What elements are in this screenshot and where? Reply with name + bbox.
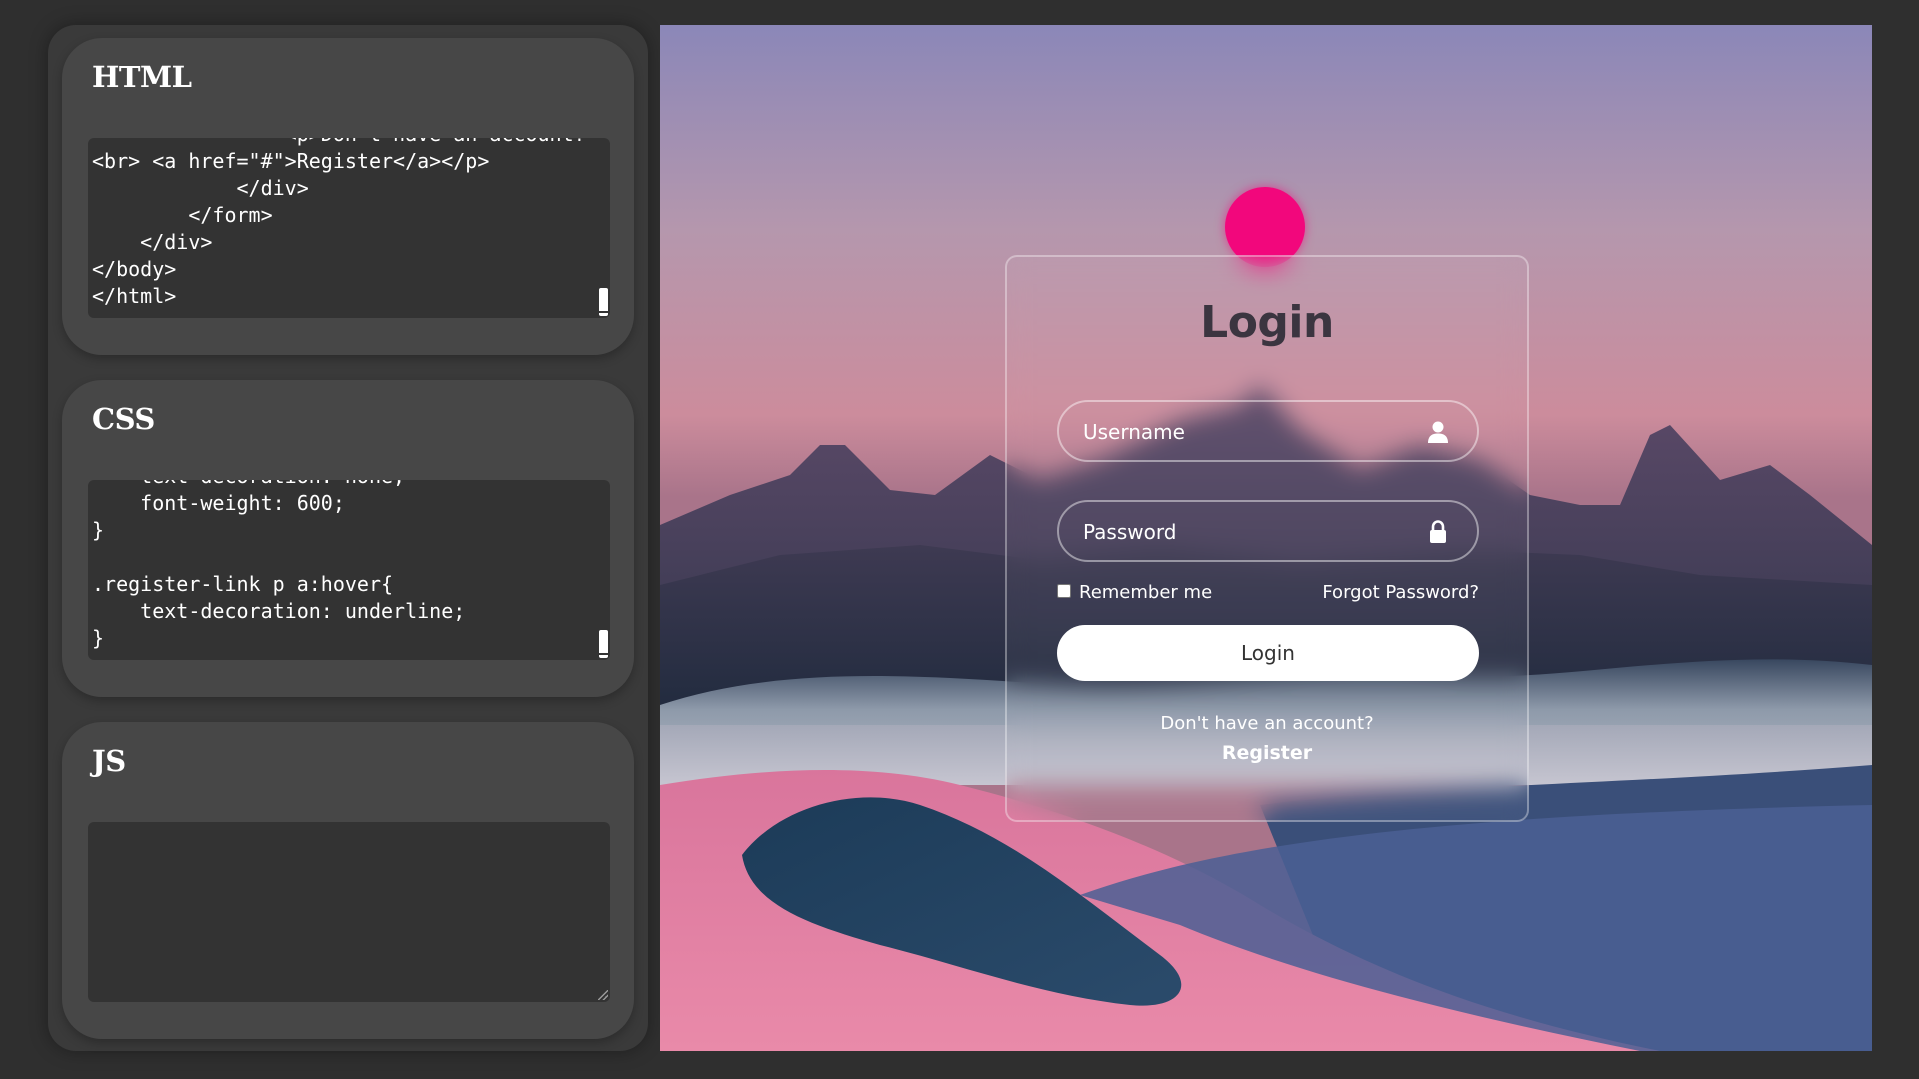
- lock-icon: [1430, 520, 1446, 543]
- register-question: Don't have an account?: [1160, 713, 1374, 734]
- js-panel-title: JS: [92, 744, 126, 778]
- remember-me-label[interactable]: Remember me: [1079, 582, 1212, 603]
- css-code-text: text-decoration: none; font-weight: 600;…: [92, 480, 466, 650]
- html-code-textarea[interactable]: <p>Don't have an account? <br> <a href="…: [88, 138, 610, 318]
- preview-pane: Login Username Password Remember me Forg…: [660, 25, 1872, 1051]
- forgot-password-link[interactable]: Forgot Password?: [1322, 582, 1479, 603]
- remember-forgot-row: Remember me Forgot Password?: [1057, 582, 1479, 608]
- register-section: Don't have an account? Register: [1007, 710, 1527, 768]
- js-code-textarea[interactable]: [88, 822, 610, 1002]
- login-button[interactable]: Login: [1057, 625, 1479, 681]
- css-scrollbar-thumb[interactable]: [599, 630, 608, 658]
- user-icon: [1428, 421, 1448, 443]
- login-form-card: Login Username Password Remember me Forg…: [1005, 255, 1529, 822]
- code-editor-column: HTML <p>Don't have an account? <br> <a h…: [48, 25, 648, 1051]
- html-code-text: <p>Don't have an account? <br> <a href="…: [92, 138, 586, 308]
- remember-me-checkbox[interactable]: [1057, 584, 1071, 598]
- login-title: Login: [1200, 297, 1334, 348]
- html-editor-panel: HTML <p>Don't have an account? <br> <a h…: [62, 38, 634, 355]
- js-resize-handle[interactable]: [598, 990, 608, 1000]
- password-input[interactable]: Password: [1057, 500, 1479, 562]
- css-editor-panel: CSS text-decoration: none; font-weight: …: [62, 380, 634, 697]
- html-scrollbar-thumb[interactable]: [599, 288, 608, 316]
- html-panel-title: HTML: [92, 60, 192, 94]
- password-placeholder: Password: [1083, 520, 1177, 544]
- js-editor-panel: JS: [62, 722, 634, 1039]
- username-placeholder: Username: [1083, 420, 1185, 444]
- css-panel-title: CSS: [92, 402, 155, 436]
- username-input[interactable]: Username: [1057, 400, 1479, 462]
- register-link[interactable]: Register: [1007, 738, 1527, 768]
- css-code-textarea[interactable]: text-decoration: none; font-weight: 600;…: [88, 480, 610, 660]
